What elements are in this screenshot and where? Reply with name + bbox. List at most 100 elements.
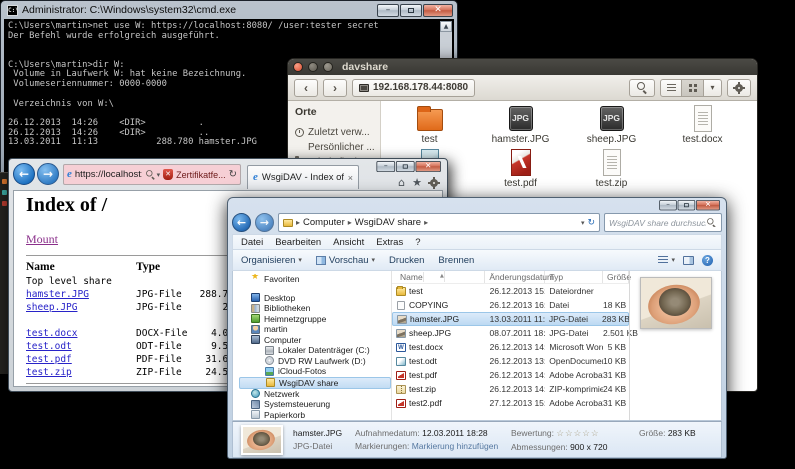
column-header-name[interactable]: Name▲ [392, 271, 485, 283]
column-header-modified[interactable]: Änderungsdatum [485, 271, 545, 283]
minimize-button[interactable]: – [376, 161, 395, 172]
location-button[interactable]: 192.168.178.44:8080 [352, 79, 475, 97]
nav-tree-item[interactable]: Computer [239, 335, 391, 346]
preview-pane-toggle-icon[interactable] [683, 256, 694, 265]
menu-item[interactable]: Extras [376, 237, 403, 248]
nav-tree-item[interactable]: Systemsteuerung [239, 399, 391, 410]
close-button[interactable]: ✕ [696, 200, 720, 210]
nav-tree-item[interactable]: Heimnetzgruppe [239, 314, 391, 325]
cmd-titlebar[interactable]: C:\ Administrator: C:\Windows\system32\c… [4, 3, 454, 19]
nav-tree-item[interactable]: WsgiDAV share [239, 377, 391, 389]
forward-button[interactable]: → [37, 163, 59, 185]
tab-close-icon[interactable]: × [348, 173, 353, 183]
file-link[interactable]: test.docx [26, 328, 77, 339]
column-header-type[interactable]: Typ [545, 271, 603, 283]
maximize-button[interactable] [678, 200, 696, 210]
nav-tree-item[interactable]: DVD RW Laufwerk (D:) [239, 356, 391, 367]
sidebar-place-item[interactable]: Zuletzt verw... [295, 125, 377, 140]
refresh-icon[interactable]: ↻ [229, 169, 237, 180]
nautilus-titlebar[interactable]: davshare [288, 59, 757, 75]
close-icon[interactable] [293, 62, 303, 72]
refresh-icon[interactable]: ↻ [587, 218, 595, 228]
forward-button[interactable]: › [323, 79, 347, 97]
maximize-button[interactable] [400, 4, 422, 17]
add-tag-prompt[interactable]: Markierung hinzufügen [412, 441, 498, 451]
minimize-button[interactable]: – [377, 4, 399, 17]
file-item[interactable]: test.docx [657, 104, 748, 148]
minimize-button[interactable]: – [659, 200, 677, 210]
menu-item[interactable]: ? [415, 237, 420, 248]
scroll-up-icon[interactable]: ▲ [440, 21, 452, 32]
breadcrumb-item[interactable]: WsgiDAV share [355, 217, 421, 228]
search-button[interactable] [629, 79, 655, 97]
help-icon[interactable]: ? [702, 255, 713, 266]
maximize-button[interactable] [396, 161, 415, 172]
chevron-down-icon[interactable]: ▾ [157, 171, 161, 179]
nav-tree-item[interactable]: Netzwerk [239, 389, 391, 400]
file-row[interactable]: test 26.12.2013 15:23 Dateiordner [392, 284, 629, 298]
forward-button[interactable]: → [255, 213, 274, 232]
menu-item[interactable]: Ansicht [333, 237, 364, 248]
breadcrumb[interactable]: ▸ Computer ▸ WsgiDAV share ▸ ▾ ↻ [278, 213, 600, 232]
file-link[interactable]: test.zip [26, 367, 72, 378]
nav-tree-item[interactable]: iCloud-Fotos [239, 366, 391, 377]
address-bar[interactable]: e https://localhost:8080/ ▾ ✕ Zertifikat… [63, 164, 241, 185]
nav-tree-item[interactable]: Bibliotheken [239, 303, 391, 314]
breadcrumb-item[interactable]: Computer [303, 217, 345, 228]
file-row[interactable]: hamster.JPG 13.03.2011 11:03 JPG-Datei 2… [392, 312, 629, 326]
burn-button[interactable]: Brennen [438, 255, 474, 266]
nav-tree-item[interactable]: Papierkorb [239, 410, 391, 421]
nav-tree-item[interactable]: Lokaler Datenträger (C:) [239, 345, 391, 356]
column-header-size[interactable]: Größe [603, 271, 629, 283]
file-row[interactable]: test.docx 26.12.2013 14:26 Microsoft Wor… [392, 340, 629, 354]
file-item[interactable]: test [384, 104, 475, 148]
hamster-photo-preview[interactable] [640, 277, 712, 329]
nav-tree-item[interactable]: martin [239, 324, 391, 335]
back-button[interactable]: ← [13, 163, 35, 185]
settings-button[interactable] [727, 79, 751, 97]
print-button[interactable]: Drucken [389, 255, 424, 266]
file-item[interactable]: test.pdf [475, 148, 566, 192]
file-link[interactable]: hamster.JPG [26, 289, 89, 300]
file-item[interactable]: test.zip [566, 148, 657, 192]
sidebar-place-item[interactable]: Persönlicher ... [295, 140, 377, 155]
file-item[interactable]: sheep.JPG [566, 104, 657, 148]
organize-button[interactable]: Organisieren▾ [241, 255, 302, 266]
search-box[interactable]: WsgiDAV share durchsuchen [604, 213, 722, 232]
menu-item[interactable]: Datei [241, 237, 263, 248]
file-row[interactable]: test.odt 26.12.2013 13:55 OpenDocument T… [392, 354, 629, 368]
file-row[interactable]: COPYING 26.12.2013 16:22 Datei 18 KB [392, 298, 629, 312]
grid-view-button[interactable] [682, 79, 704, 97]
change-view-button[interactable]: ▾ [658, 256, 675, 264]
list-view-button[interactable] [660, 79, 682, 97]
back-button[interactable]: ‹ [294, 79, 318, 97]
file-link[interactable]: test.odt [26, 341, 72, 352]
preview-button[interactable]: Vorschau▾ [316, 255, 375, 266]
nav-tree-item[interactable]: Desktop [239, 293, 391, 304]
maximize-icon[interactable] [323, 62, 333, 72]
menu-item[interactable]: Bearbeiten [275, 237, 321, 248]
mount-link[interactable]: Mount [26, 232, 58, 246]
search-icon[interactable] [146, 170, 155, 179]
gear-icon[interactable] [429, 178, 439, 188]
close-button[interactable]: ✕ [423, 4, 453, 17]
file-row[interactable]: test2.pdf 27.12.2013 15:10 Adobe Acrobat… [392, 396, 629, 410]
nav-tree-item[interactable]: Favoriten [239, 274, 391, 285]
file-row[interactable]: test.zip 26.12.2013 14:22 ZIP-komprimier… [392, 382, 629, 396]
minimize-icon[interactable] [308, 62, 318, 72]
favorites-star-icon[interactable]: ★ [412, 176, 422, 189]
explorer-titlebar[interactable]: – ✕ [232, 198, 722, 211]
file-link[interactable]: sheep.JPG [26, 302, 77, 313]
file-row[interactable]: test.pdf 26.12.2013 14:19 Adobe Acrobat … [392, 368, 629, 382]
rating-stars-icon[interactable]: ☆☆☆☆☆ [556, 429, 599, 439]
address-dropdown-icon[interactable]: ▾ [581, 219, 585, 227]
file-row[interactable]: sheep.JPG 08.07.2011 18:52 JPG-Datei 2.5… [392, 326, 629, 340]
file-item[interactable]: hamster.JPG [475, 104, 566, 148]
certificate-error-text[interactable]: Zertifikatfe... [176, 170, 226, 180]
file-link[interactable]: test.pdf [26, 354, 72, 365]
close-button[interactable]: ✕ [416, 161, 442, 172]
browser-tab[interactable]: e WsgiDAV - Index of / × [247, 165, 359, 189]
home-icon[interactable]: ⌂ [398, 176, 405, 189]
view-options-button[interactable]: ▾ [704, 79, 722, 97]
back-button[interactable]: ← [232, 213, 251, 232]
